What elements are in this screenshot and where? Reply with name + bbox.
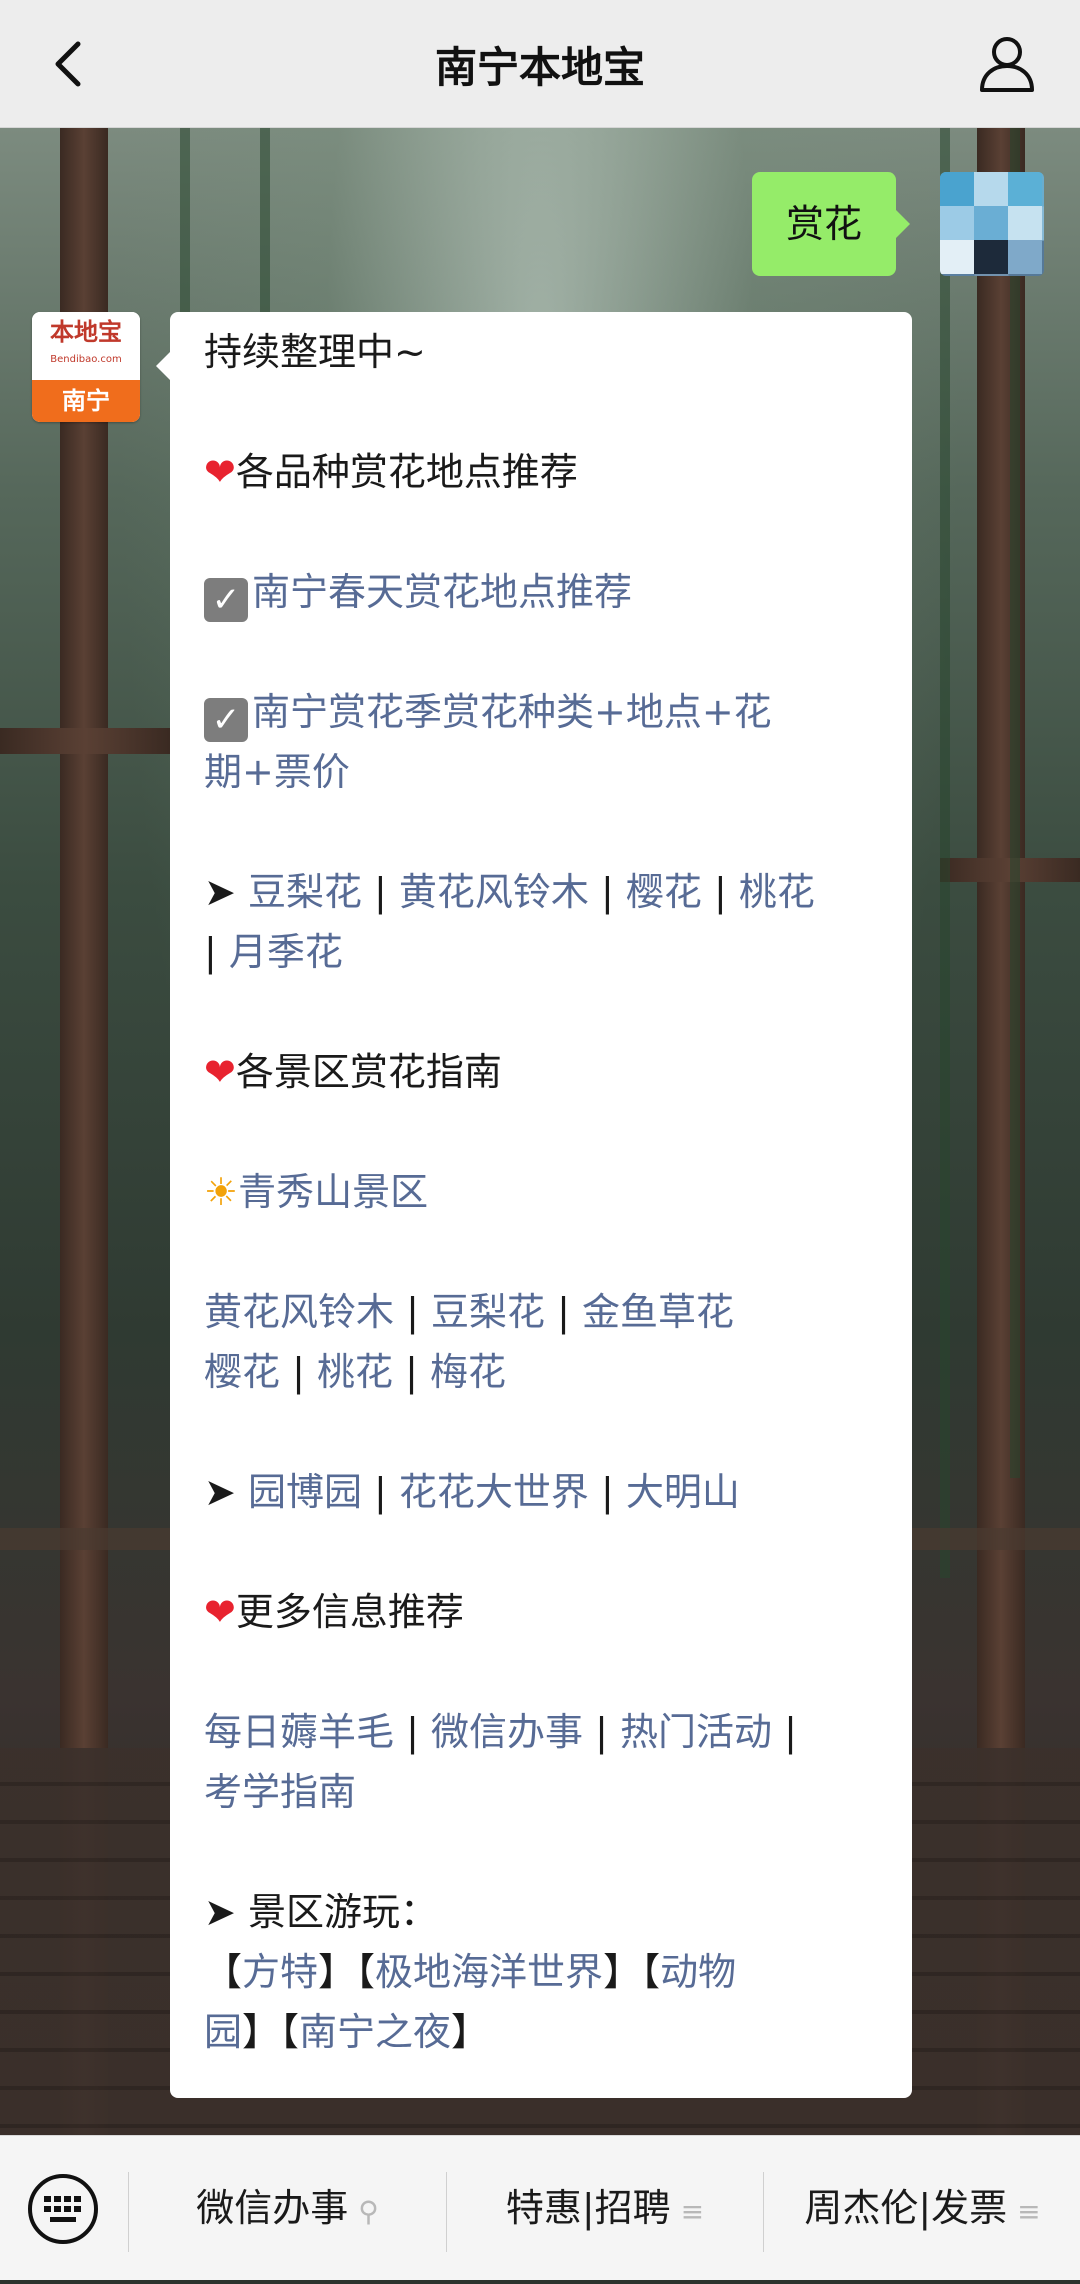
tour-link[interactable]: 园 — [204, 2010, 242, 2054]
tour-link[interactable]: 方特 — [242, 1950, 318, 1994]
background-bamboo — [1010, 128, 1020, 1478]
park-link[interactable]: 园博园 — [248, 1470, 362, 1514]
flower-link[interactable]: 樱花 — [204, 1350, 280, 1394]
section-heading: ❤各景区赏花指南 — [204, 1050, 502, 1094]
avatar-logo-text: 本地宝 — [32, 312, 140, 376]
arrow-icon: ➤ — [204, 1470, 236, 1514]
info-link[interactable]: 考学指南 — [204, 1770, 356, 1814]
link-icon: ⚲ — [358, 2195, 379, 2228]
arrow-icon: ➤ — [204, 870, 236, 914]
avatar-logo-url: Bendibao.com — [50, 354, 122, 365]
checkbox-icon: ✓ — [204, 578, 248, 622]
flower-link[interactable]: 黄花风铃木 — [399, 870, 589, 914]
background-bamboo — [940, 128, 950, 1578]
page-title: 南宁本地宝 — [434, 43, 645, 92]
flower-link[interactable]: 金鱼草花 — [582, 1290, 734, 1334]
info-link[interactable]: 每日薅羊毛 — [204, 1710, 394, 1754]
flower-link[interactable]: 樱花 — [626, 870, 702, 914]
flower-link[interactable]: 月季花 — [229, 930, 343, 974]
heart-icon: ❤ — [204, 450, 236, 494]
menu-item-concert-invoice[interactable]: 周杰伦|发票 ≡ — [765, 2136, 1080, 2280]
tour-link[interactable]: 动物 — [660, 1950, 736, 1994]
arrow-icon: ➤ — [204, 1890, 236, 1934]
bot-avatar[interactable]: 本地宝 Bendibao.com 南宁 — [32, 312, 140, 422]
section-heading: ❤各品种赏花地点推荐 — [204, 450, 578, 494]
section-heading: ❤更多信息推荐 — [204, 1590, 464, 1634]
park-link[interactable]: 大明山 — [626, 1470, 740, 1514]
status-text: 持续整理中~ — [204, 330, 426, 374]
bottom-menu: 微信办事 ⚲ 特惠|招聘 ≡ 周杰伦|发票 ≡ — [0, 2135, 1080, 2280]
tour-heading: 景区游玩： — [247, 1890, 438, 1934]
info-link[interactable]: 热门活动 — [620, 1710, 772, 1754]
scenic-link[interactable]: 青秀山景区 — [238, 1170, 428, 1214]
flower-link[interactable]: 黄花风铃木 — [204, 1290, 394, 1334]
article-link[interactable]: 南宁赏花季赏花种类+地点+花 — [252, 690, 772, 734]
menu-icon: ≡ — [1017, 2195, 1041, 2228]
flower-link[interactable]: 桃花 — [317, 1350, 393, 1394]
chat-area[interactable]: 赏花 本地宝 Bendibao.com 南宁 持续整理中~ ❤各品种赏花地点推荐… — [0, 128, 1080, 2135]
keyboard-icon[interactable] — [26, 2172, 100, 2246]
menu-item-deals-jobs[interactable]: 特惠|招聘 ≡ — [448, 2136, 762, 2280]
flower-link[interactable]: 梅花 — [430, 1350, 506, 1394]
info-link[interactable]: 微信办事 — [431, 1710, 583, 1754]
article-link[interactable]: 南宁春天赏花地点推荐 — [252, 570, 632, 614]
heart-icon: ❤ — [204, 1050, 236, 1094]
background-frame — [0, 728, 170, 754]
user-message-bubble[interactable]: 赏花 — [752, 172, 911, 276]
flower-link[interactable]: 桃花 — [739, 870, 815, 914]
person-icon[interactable] — [974, 30, 1040, 96]
menu-item-wechat-services[interactable]: 微信办事 ⚲ — [130, 2136, 445, 2280]
user-avatar[interactable] — [940, 172, 1044, 276]
sun-icon: ☀ — [204, 1170, 239, 1214]
heart-icon: ❤ — [204, 1590, 236, 1634]
navigation-bar: 南宁本地宝 — [0, 0, 1080, 128]
tour-link[interactable]: 极地海洋世界 — [375, 1950, 603, 1994]
bot-message-bubble: 持续整理中~ ❤各品种赏花地点推荐 ✓ 南宁春天赏花地点推荐 ✓ 南宁赏花季赏花种类… — [156, 312, 912, 2098]
menu-icon: ≡ — [680, 2195, 705, 2228]
avatar-city: 南宁 — [32, 380, 140, 422]
article-link[interactable]: 期+票价 — [204, 750, 350, 794]
divider — [763, 2172, 764, 2252]
checkbox-icon: ✓ — [204, 698, 248, 742]
flower-link[interactable]: 豆梨花 — [248, 870, 362, 914]
flower-link[interactable]: 豆梨花 — [431, 1290, 545, 1334]
divider — [128, 2172, 129, 2252]
park-link[interactable]: 花花大世界 — [399, 1470, 589, 1514]
tour-link[interactable]: 南宁之夜 — [299, 2010, 451, 2054]
divider — [446, 2172, 447, 2252]
